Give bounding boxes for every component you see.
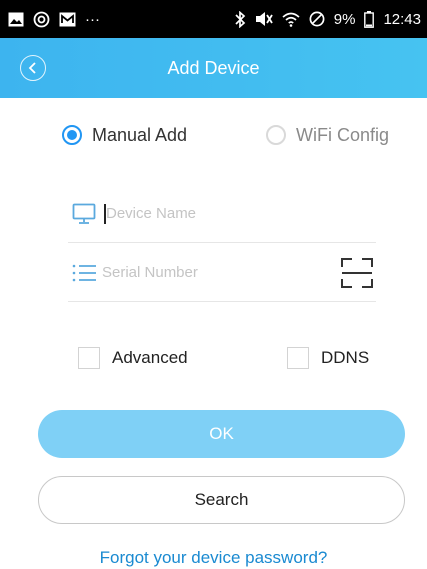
monitor-icon <box>72 201 102 227</box>
status-bar-left: ··· <box>8 11 100 28</box>
device-name-input[interactable] <box>106 205 376 222</box>
page-title: Add Device <box>167 58 260 78</box>
scan-qr-icon <box>340 257 374 289</box>
status-bar-right: 9% 12:43 <box>234 10 421 28</box>
app-header: Add Device <box>0 38 427 98</box>
search-button[interactable]: Search <box>38 476 405 524</box>
mute-icon <box>255 11 273 27</box>
list-icon <box>72 260 102 286</box>
bluetooth-icon <box>234 10 246 28</box>
ddns-label: DDNS <box>321 348 370 367</box>
advanced-checkbox[interactable] <box>78 347 100 369</box>
status-time: 12:43 <box>383 10 421 28</box>
radio-manual-add[interactable]: Manual Add <box>62 122 187 148</box>
status-bar: ··· 9% 12:43 <box>0 0 427 38</box>
more-notifications: ··· <box>85 10 100 28</box>
ddns-checkbox[interactable] <box>287 347 309 369</box>
device-name-field <box>68 185 376 243</box>
forgot-password-link[interactable]: Forgot your device password? <box>0 548 427 568</box>
battery-percent: 9% <box>333 10 356 28</box>
radio-wifi-config-indicator[interactable] <box>266 125 286 145</box>
gallery-icon <box>8 12 24 27</box>
ok-button-label: OK <box>209 424 234 443</box>
scan-qr-button[interactable] <box>340 256 374 290</box>
search-button-label: Search <box>194 490 249 509</box>
battery-icon <box>364 10 375 28</box>
advanced-label: Advanced <box>112 348 188 367</box>
radio-wifi-config[interactable]: WiFi Config <box>266 122 389 148</box>
advanced-option[interactable]: Advanced <box>78 346 188 370</box>
serial-number-field <box>68 244 376 302</box>
sync-icon <box>33 11 50 28</box>
ddns-option[interactable]: DDNS <box>287 346 369 370</box>
radio-manual-add-label: Manual Add <box>92 124 188 145</box>
serial-number-input[interactable] <box>102 264 340 281</box>
radio-wifi-config-label: WiFi Config <box>296 124 390 145</box>
wifi-icon <box>282 12 300 27</box>
ok-button[interactable]: OK <box>38 410 405 458</box>
mail-icon <box>59 12 76 27</box>
blocked-icon <box>309 11 325 27</box>
radio-manual-add-indicator[interactable] <box>62 125 82 145</box>
